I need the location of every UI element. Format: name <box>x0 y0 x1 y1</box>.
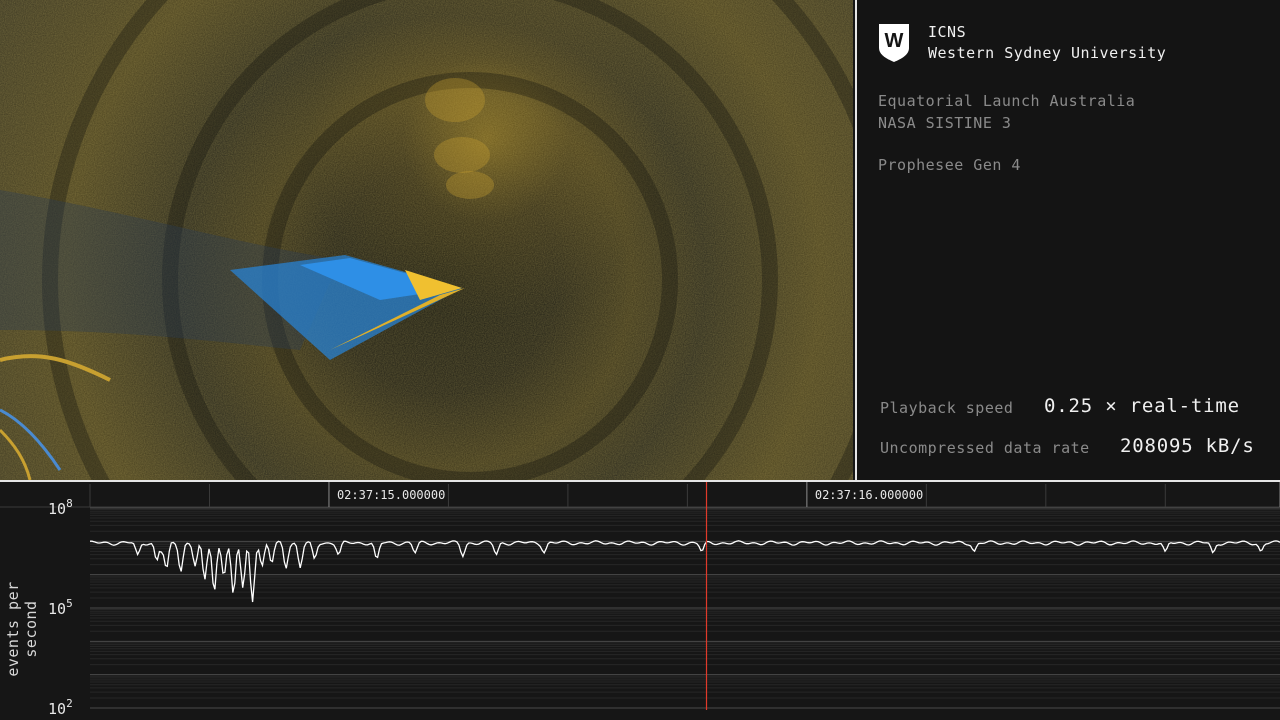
info-panel: W ICNS Western Sydney University Equator… <box>855 0 1280 480</box>
playback-speed-value: 0.25 × real-time <box>1044 395 1240 417</box>
launch-site: Equatorial Launch Australia <box>878 92 1136 110</box>
y-tick-label: 102 <box>48 697 73 718</box>
y-tick-label: 108 <box>48 497 73 518</box>
logo-letter: W <box>885 30 904 52</box>
x-tick-label: 02:37:16.000000 <box>815 488 923 502</box>
event-visualization <box>0 0 853 480</box>
org-name: ICNS <box>928 23 967 41</box>
chart-canvas: 02:37:15.00000002:37:16.00000002:1081051… <box>0 482 1280 718</box>
events-per-second-series <box>90 540 1280 603</box>
playback-speed-label: Playback speed <box>880 399 1014 417</box>
sensor-name: Prophesee Gen 4 <box>878 156 1021 174</box>
university-shield-logo: W <box>879 24 909 62</box>
data-rate-value: 208095 kB/s <box>1120 435 1255 457</box>
event-camera-view <box>0 0 853 480</box>
mission-name: NASA SISTINE 3 <box>878 114 1012 132</box>
university-name: Western Sydney University <box>928 44 1167 62</box>
data-rate-label: Uncompressed data rate <box>880 439 1090 457</box>
x-tick-label: 02:37:15.000000 <box>337 488 445 502</box>
event-rate-chart: 02:37:15.00000002:37:16.00000002:1081051… <box>0 482 1280 720</box>
y-axis-label: events per second <box>4 581 40 677</box>
y-tick-label: 105 <box>48 597 73 618</box>
